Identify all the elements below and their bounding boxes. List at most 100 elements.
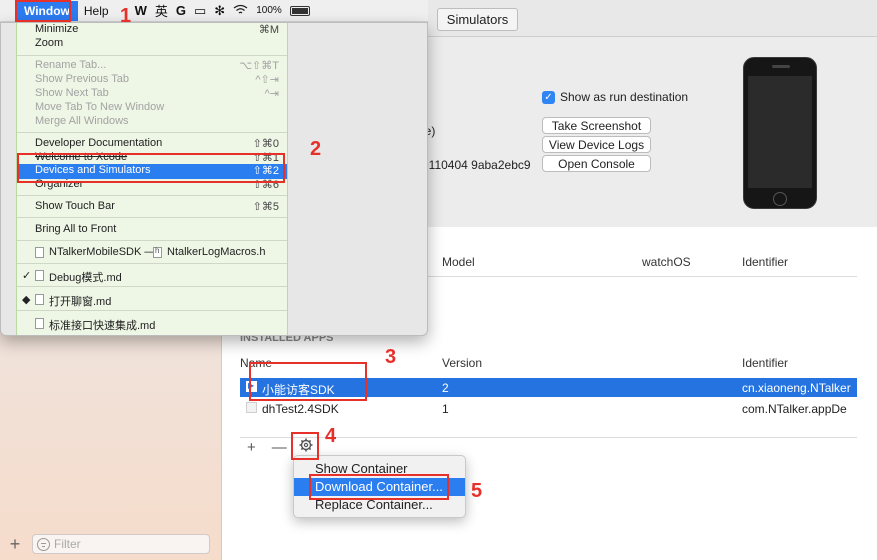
battery-icon[interactable] [289, 5, 310, 16]
menu-separator [17, 195, 287, 196]
menu-item-merge-all: Merge All Windows [17, 115, 287, 129]
add-app-button[interactable]: + [247, 439, 256, 456]
annotation-box-app [249, 362, 367, 401]
app-version: 2 [442, 381, 449, 395]
airplay-icon[interactable]: ▭ [194, 3, 206, 19]
column-header-watchos[interactable]: watchOS [642, 255, 691, 269]
menu-item-minimize[interactable]: Minimize [17, 23, 287, 37]
menu-item-label: Show Previous Tab [35, 73, 129, 85]
tab-simulators[interactable]: Simulators [437, 8, 518, 31]
file-icon [35, 270, 44, 281]
menu-separator [17, 310, 287, 311]
menu-item-window-standard[interactable]: 标准接口快速集成.md [17, 317, 287, 332]
menu-item-rename-tab: Rename Tab... ⌥⇧⌘T [17, 59, 287, 73]
menu-item-shortcut: ⇧⌘0 [252, 138, 279, 150]
menu-item-label: NTalkerMobileSDK — [49, 246, 156, 258]
annotation-number: 2 [310, 138, 322, 160]
app-list-controls: + — [247, 439, 287, 456]
menu-item-move-tab: Move Tab To New Window [17, 101, 287, 115]
phone-speaker [772, 65, 790, 68]
checkmark-icon: ✓ [22, 270, 32, 282]
annotation-box-gear [291, 432, 319, 460]
phone-home-button [773, 192, 787, 206]
menu-item-label: Zoom [35, 37, 64, 49]
menu-separator [17, 217, 287, 218]
menu-item-show-next-tab: Show Next Tab ^⇥ [17, 87, 287, 101]
sidebar-add-button[interactable]: + [8, 535, 22, 553]
diamond-icon: ◆ [22, 294, 31, 306]
battery-percent: 100% [256, 5, 282, 16]
menu-separator [17, 240, 287, 241]
menu-item-show-touch-bar[interactable]: Show Touch Bar ⇧⌘5 [17, 200, 287, 214]
annotation-number: 5 [471, 480, 483, 502]
wps-icon[interactable]: W [135, 3, 147, 18]
remove-app-button[interactable]: — [272, 439, 287, 456]
menu-item-shortcut: ⌘M [258, 24, 279, 36]
menu-item-window-debug[interactable]: ✓ Debug模式.md [17, 269, 287, 284]
menu-item-label: Rename Tab... [35, 59, 107, 71]
menu-item-label: Debug模式.md [49, 272, 122, 284]
file-icon [35, 294, 44, 305]
app-identifier: com.NTalker.appDe [742, 402, 847, 416]
menu-separator [17, 286, 287, 287]
phone-screen [748, 76, 812, 188]
menu-separator [17, 263, 287, 264]
app-identifier: cn.xiaoneng.NTalker [742, 381, 851, 395]
filter-field[interactable]: Filter [32, 534, 210, 554]
filter-placeholder: Filter [54, 537, 81, 551]
menu-item-bring-all-to-front[interactable]: Bring All to Front [17, 223, 287, 237]
show-run-destination[interactable]: ✓ Show as run destination [542, 90, 688, 104]
run-destination-label: Show as run destination [560, 90, 689, 104]
menu-item-developer-documentation[interactable]: Developer Documentation ⇧⌘0 [17, 137, 287, 151]
sidebar-footer: + Filter [0, 528, 222, 560]
annotation-box-window [15, 0, 71, 22]
annotation-number: 3 [385, 346, 397, 368]
menu-item-label: NtalkerLogMacros.h [167, 246, 266, 258]
table-row[interactable]: dhTest2.4SDK 1 com.NTalker.appDe [240, 399, 857, 418]
annotation-box-download [309, 474, 449, 500]
menu-item-window-ntalker[interactable]: NTalkerMobileSDK — NtalkerLogMacros.h [17, 246, 287, 260]
app-name: dhTest2.4SDK [262, 402, 339, 416]
status-icons: W 英 G ▭ ✻ 100% [135, 1, 310, 20]
menu-item-label: 标准接口快速集成.md [49, 320, 156, 332]
menu-item-label: Show Touch Bar [35, 200, 115, 212]
menu-item-shortcut: ⇧⌘5 [252, 201, 279, 213]
annotation-box-devices [17, 153, 285, 183]
menu-item-shortcut: ⌥⇧⌘T [239, 60, 279, 72]
file-icon [35, 318, 44, 329]
column-header-identifier[interactable]: Identifier [742, 356, 788, 370]
menu-item-zoom[interactable]: Zoom ⌘M [17, 24, 287, 51]
menu-help[interactable]: Help [84, 4, 109, 18]
open-console-button[interactable]: Open Console [542, 155, 651, 172]
take-screenshot-button[interactable]: Take Screenshot [542, 117, 651, 134]
device-identifier-partial: 9110404 9aba2ebc9 [422, 158, 531, 172]
wifi-icon-glyph [233, 4, 248, 14]
column-header-identifier[interactable]: Identifier [742, 255, 788, 269]
wifi-icon[interactable] [233, 3, 248, 18]
menu-item-show-previous-tab: Show Previous Tab ^⇧⇥ [17, 73, 287, 87]
menu-item-label: Minimize [35, 23, 79, 35]
annotation-number: 1 [120, 5, 132, 27]
app-g-icon[interactable]: G [176, 3, 186, 18]
menu-item-label: 打开聊窗.md [49, 296, 112, 308]
menu-separator [17, 55, 287, 56]
menu-item-label: Developer Documentation [35, 137, 163, 149]
menu-item-label: Show Next Tab [35, 87, 109, 99]
app-version: 1 [442, 402, 449, 416]
input-method-icon[interactable]: 英 [155, 1, 168, 20]
menu-item-window-open-chat[interactable]: ◆ 打开聊窗.md [17, 293, 287, 308]
app-icon [246, 402, 257, 413]
view-device-logs-button[interactable]: View Device Logs [542, 136, 651, 153]
menu-separator [17, 132, 287, 133]
column-header-model[interactable]: Model [442, 255, 475, 269]
run-destination-checkbox[interactable]: ✓ [542, 90, 555, 104]
menu-item-shortcut: ^⇥ [264, 88, 279, 100]
iphone-device-image [743, 57, 817, 209]
menu-item-label: Move Tab To New Window [35, 101, 165, 113]
column-header-version[interactable]: Version [442, 356, 482, 370]
file-icon [35, 247, 44, 258]
menu-item-label: Bring All to Front [35, 223, 117, 235]
annotation-number: 4 [325, 425, 337, 447]
bluetooth-icon[interactable]: ✻ [214, 3, 225, 19]
header-file-icon [153, 246, 162, 258]
